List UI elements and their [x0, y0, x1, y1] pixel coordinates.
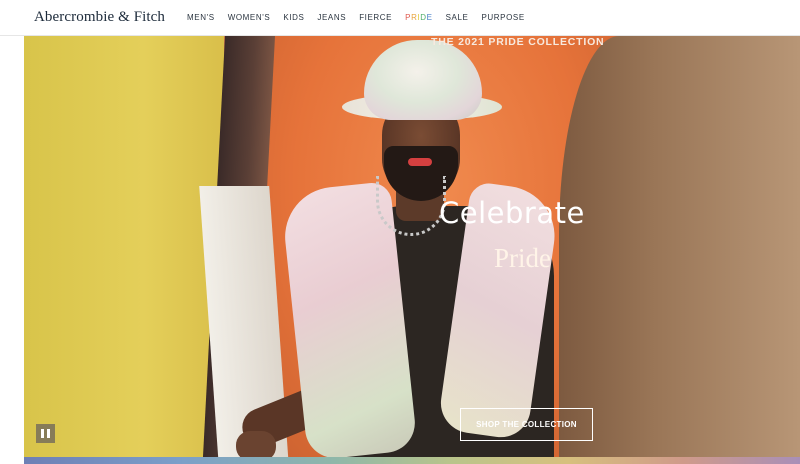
shop-collection-button[interactable]: SHOP THE COLLECTION	[460, 408, 593, 441]
model-mouth	[408, 158, 432, 166]
nav-item-pride[interactable]: PRIDE	[405, 13, 432, 22]
pause-button[interactable]	[36, 424, 55, 443]
site-header: Abercrombie & Fitch MEN'S WOMEN'S KIDS J…	[0, 0, 800, 36]
brand-logo[interactable]: Abercrombie & Fitch	[34, 9, 165, 26]
nav-item-mens[interactable]: MEN'S	[187, 13, 215, 22]
yellow-backdrop	[24, 36, 224, 457]
pause-icon	[47, 429, 50, 438]
pause-icon	[41, 429, 44, 438]
nav-item-fierce[interactable]: FIERCE	[359, 13, 392, 22]
nav-item-kids[interactable]: KIDS	[283, 13, 304, 22]
brown-backdrop	[559, 36, 800, 457]
nav-item-jeans[interactable]: JEANS	[317, 13, 346, 22]
nav-item-sale[interactable]: SALE	[446, 13, 469, 22]
hero-subline: Pride	[494, 243, 551, 273]
nav-item-womens[interactable]: WOMEN'S	[228, 13, 271, 22]
pride-letter: E	[426, 13, 433, 22]
nav-item-purpose[interactable]: PURPOSE	[481, 13, 524, 22]
collection-eyebrow: THE 2021 PRIDE COLLECTION	[431, 36, 605, 48]
main-nav: MEN'S WOMEN'S KIDS JEANS FIERCE PRIDE SA…	[187, 13, 538, 22]
model-hand	[236, 431, 276, 457]
hero-video[interactable]: THE 2021 PRIDE COLLECTION Celebrate Prid…	[24, 36, 800, 457]
pride-gradient-bar	[24, 457, 800, 464]
hero-headline: Celebrate	[439, 196, 585, 230]
